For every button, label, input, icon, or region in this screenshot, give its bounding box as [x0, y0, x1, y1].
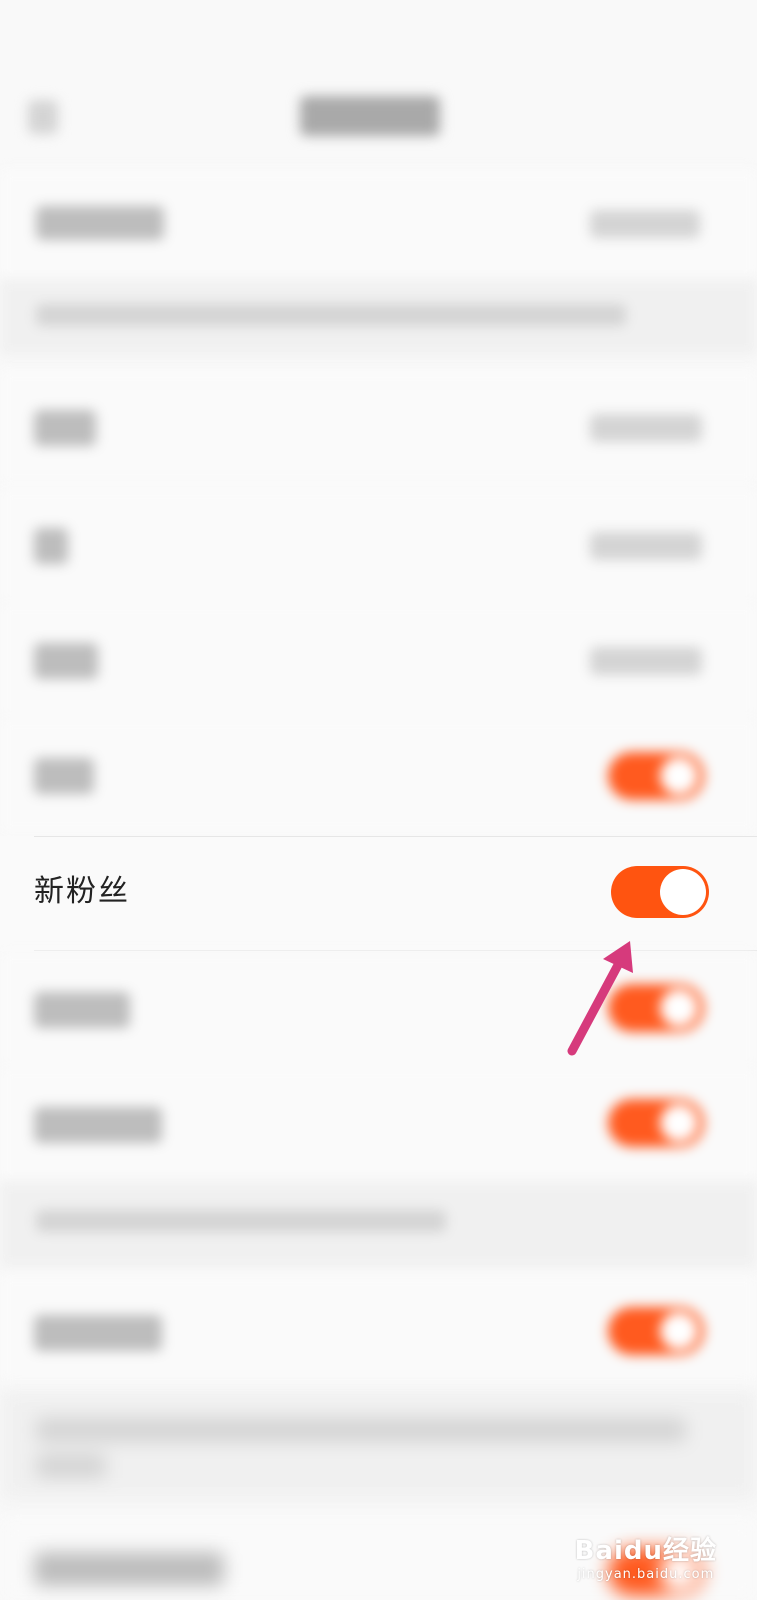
section-note-text	[36, 1418, 686, 1442]
setting-label	[34, 410, 96, 446]
setting-value	[590, 647, 702, 675]
new-fans-toggle[interactable]	[611, 866, 709, 918]
setting-label	[34, 758, 94, 794]
new-fans-label: 新粉丝	[34, 874, 130, 909]
setting-row[interactable]	[0, 488, 757, 603]
annotation-arrow-icon	[567, 941, 633, 1056]
row-divider	[34, 836, 757, 837]
section-note	[0, 1182, 757, 1267]
setting-label	[34, 1315, 162, 1351]
setting-value	[590, 414, 702, 442]
header-bar	[0, 60, 757, 170]
setting-label	[34, 1107, 162, 1143]
page-title	[300, 96, 440, 136]
setting-label	[34, 643, 98, 679]
section-note	[0, 1390, 757, 1500]
setting-value	[590, 210, 700, 238]
setting-row[interactable]	[0, 1275, 757, 1390]
section-note	[0, 280, 757, 355]
setting-row[interactable]	[0, 1067, 757, 1182]
notification-settings-page: 新粉丝 Baidu经验 jingyan.baidu.com	[0, 0, 757, 1600]
setting-label	[36, 206, 164, 240]
setting-label	[34, 1552, 224, 1586]
section-note-text	[36, 1454, 106, 1478]
setting-value	[590, 532, 702, 560]
setting-label	[34, 528, 68, 564]
setting-label	[34, 992, 130, 1028]
baidu-jingyan-watermark: Baidu经验 jingyan.baidu.com	[575, 1530, 717, 1582]
section-note-text	[36, 304, 626, 326]
back-icon[interactable]	[28, 100, 58, 134]
setting-toggle[interactable]	[608, 1099, 704, 1147]
setting-row[interactable]	[0, 718, 757, 833]
setting-row[interactable]	[0, 370, 757, 485]
setting-row[interactable]	[0, 170, 757, 280]
setting-toggle[interactable]	[608, 1307, 704, 1355]
toggle-knob	[660, 869, 706, 915]
setting-row[interactable]	[0, 603, 757, 718]
setting-toggle[interactable]	[608, 752, 704, 800]
watermark-url: jingyan.baidu.com	[577, 1567, 715, 1582]
section-note-text	[36, 1210, 446, 1232]
watermark-logo: Baidu经验	[574, 1536, 717, 1566]
